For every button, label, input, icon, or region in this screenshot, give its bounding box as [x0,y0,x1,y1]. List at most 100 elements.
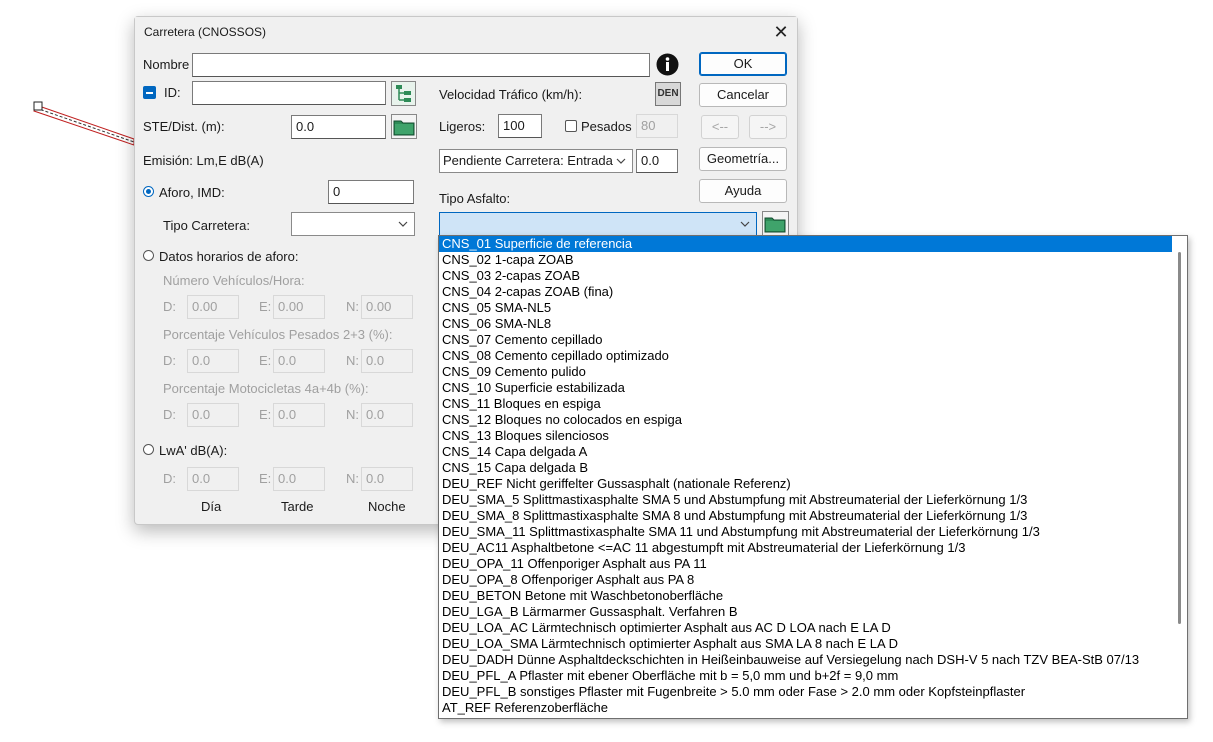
aforo-radio[interactable] [143,186,154,197]
datos-horarios-label: Datos horarios de aforo: [159,249,299,264]
asfalto-option[interactable]: CNS_07 Cemento cepillado [439,332,1172,348]
datos-horarios-radio[interactable] [143,250,154,261]
n-label: N: [346,471,359,486]
asfalto-option[interactable]: CNS_14 Capa delgada A [439,444,1172,460]
ligeros-input[interactable]: 100 [498,114,542,138]
id-label: ID: [164,85,181,100]
asfalto-option[interactable]: DEU_SMA_8 Splittmastixasphalte SMA 8 und… [439,508,1172,524]
asfalto-option[interactable]: CNS_11 Bloques en espiga [439,396,1172,412]
asfalto-option[interactable]: DEU_SMA_11 Splittmastixasphalte SMA 11 u… [439,524,1172,540]
e-label: E: [259,299,272,314]
asfalto-option[interactable]: DEU_DADH Dünne Asphaltdeckschichten in H… [439,652,1172,668]
tarde-label: Tarde [281,499,314,514]
folder-icon[interactable] [391,114,417,139]
pct-moto-label: Porcentaje Motocicletas 4a+4b (%): [163,381,369,396]
asfalto-option[interactable]: DEU_LOA_AC Lärmtechnisch optimierter Asp… [439,620,1172,636]
aforo-input[interactable]: 0 [328,180,414,204]
asfalto-option[interactable]: DEU_BETON Betone mit Waschbetonoberfläch… [439,588,1172,604]
id-input[interactable] [192,81,386,105]
asfalto-option[interactable]: CNS_12 Bloques no colocados en espiga [439,412,1172,428]
asfalto-option[interactable]: CNS_02 1-capa ZOAB [439,252,1172,268]
asfalto-dropdown-list[interactable]: CNS_01 Superficie de referencia CNS_02 1-… [438,235,1188,719]
e-label: E: [259,353,272,368]
e-lwa-input[interactable]: 0.0 [273,467,325,491]
asfalto-option[interactable]: CNS_03 2-capas ZOAB [439,268,1172,284]
lwa-label: LwA' dB(A): [159,443,228,458]
e-vehiculos-input[interactable]: 0.00 [273,295,325,319]
asfalto-option[interactable]: DEU_OPA_8 Offenporiger Asphalt aus PA 8 [439,572,1172,588]
close-icon[interactable]: ✕ [771,22,791,42]
id-checkbox[interactable] [143,86,156,99]
asfalto-option[interactable]: CNS_08 Cemento cepillado optimizado [439,348,1172,364]
n-moto-input[interactable]: 0.0 [361,403,413,427]
asfalto-option[interactable]: DEU_REF Nicht geriffelter Gussasphalt (n… [439,476,1172,492]
road-sketch [33,101,135,146]
chevron-down-icon [398,221,408,227]
geometria-button[interactable]: Geometría... [699,147,787,171]
tipo-carretera-label: Tipo Carretera: [163,218,250,233]
ligeros-label: Ligeros: [439,119,486,134]
tipo-asfalto-select[interactable] [439,212,757,236]
next-button[interactable]: --> [749,115,787,139]
ste-input[interactable]: 0.0 [291,115,386,139]
asfalto-option[interactable]: CNS_10 Superficie estabilizada [439,380,1172,396]
d-moto-input[interactable]: 0.0 [187,403,239,427]
n-pesados-input[interactable]: 0.0 [361,349,413,373]
chevron-down-icon [616,158,626,164]
d-pesados-input[interactable]: 0.0 [187,349,239,373]
pesados-input[interactable]: 80 [636,114,678,138]
info-icon[interactable] [655,52,680,77]
noche-label: Noche [368,499,406,514]
aforo-label: Aforo, IMD: [159,185,225,200]
ste-label: STE/Dist. (m): [143,119,225,134]
asfalto-option[interactable]: CNS_05 SMA-NL5 [439,300,1172,316]
ok-button[interactable]: OK [699,52,787,76]
help-button[interactable]: Ayuda [699,179,787,203]
folder-icon[interactable] [762,211,789,236]
dialog-title: Carretera (CNOSSOS) [144,25,267,39]
asfalto-option[interactable]: CNS_15 Capa delgada B [439,460,1172,476]
asfalto-option[interactable]: CNS_06 SMA-NL8 [439,316,1172,332]
pendiente-select[interactable]: Pendiente Carretera: Entrada [439,149,633,173]
asfalto-option[interactable]: AT_REF Referenzoberfläche [439,700,1172,716]
den-button[interactable]: DEN [655,82,681,106]
num-vehiculos-label: Número Vehículos/Hora: [163,273,305,288]
n-lwa-input[interactable]: 0.0 [361,467,413,491]
d-label: D: [163,471,176,486]
d-lwa-input[interactable]: 0.0 [187,467,239,491]
e-pesados-input[interactable]: 0.0 [273,349,325,373]
pesados-checkbox[interactable] [565,120,577,132]
asfalto-option[interactable]: DEU_SMA_5 Splittmastixasphalte SMA 5 und… [439,492,1172,508]
d-vehiculos-input[interactable]: 0.00 [187,295,239,319]
velocidad-label: Velocidad Tráfico (km/h): [439,87,583,102]
emision-label: Emisión: Lm,E dB(A) [143,153,264,168]
dia-label: Día [201,499,222,514]
asfalto-option[interactable]: CNS_04 2-capas ZOAB (fina) [439,284,1172,300]
e-moto-input[interactable]: 0.0 [273,403,325,427]
n-vehiculos-input[interactable]: 0.00 [361,295,413,319]
cancel-button[interactable]: Cancelar [699,83,787,107]
asfalto-option[interactable]: CNS_09 Cemento pulido [439,364,1172,380]
asfalto-option[interactable]: DEU_AC11 Asphaltbetone <=AC 11 abgestump… [439,540,1172,556]
asfalto-option[interactable]: DEU_PFL_B sonstiges Pflaster mit Fugenbr… [439,684,1172,700]
tipo-carretera-select[interactable] [291,212,415,236]
n-label: N: [346,353,359,368]
asfalto-option[interactable]: DEU_LGA_B Lärmarmer Gussasphalt. Verfahr… [439,604,1172,620]
asfalto-option[interactable]: CNS_13 Bloques silenciosos [439,428,1172,444]
prev-button[interactable]: <-- [701,115,739,139]
tree-icon[interactable] [391,81,416,106]
dropdown-scrollbar[interactable] [1178,252,1181,624]
lwa-radio[interactable] [143,444,154,455]
n-label: N: [346,299,359,314]
pendiente-input[interactable]: 0.0 [636,149,678,173]
title-bar: Carretera (CNOSSOS) ✕ [135,17,797,47]
asfalto-option[interactable]: CNS_01 Superficie de referencia [439,236,1172,252]
pct-pesados-label: Porcentaje Vehículos Pesados 2+3 (%): [163,327,393,342]
pesados-label: Pesados [581,119,632,134]
nombre-input[interactable] [192,53,650,77]
pendiente-value: Pendiente Carretera: Entrada [443,153,613,168]
e-label: E: [259,471,272,486]
asfalto-option[interactable]: DEU_LOA_SMA Lärmtechnisch optimierter As… [439,636,1172,652]
asfalto-option[interactable]: DEU_OPA_11 Offenporiger Asphalt aus PA 1… [439,556,1172,572]
asfalto-option[interactable]: DEU_PFL_A Pflaster mit ebener Oberfläche… [439,668,1172,684]
